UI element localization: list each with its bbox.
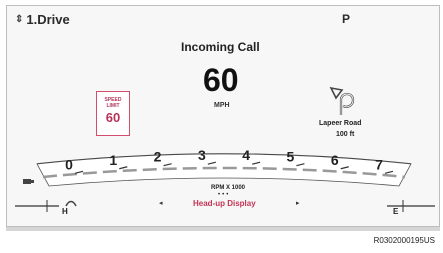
tach-label-4: 4 xyxy=(242,147,250,163)
hud-prev-arrow-icon[interactable]: ◂ xyxy=(159,199,163,207)
tach-label-1: 1 xyxy=(109,152,117,168)
figure-code: R0302000195US xyxy=(373,236,435,245)
page-indicator-dots: ••• xyxy=(218,192,231,198)
tach-label-7: 7 xyxy=(375,156,383,172)
tach-label-5: 5 xyxy=(287,149,295,165)
tach-label-6: 6 xyxy=(331,152,339,168)
tach-label-2: 2 xyxy=(154,149,162,165)
instrument-cluster-display: ⇕ 1.Drive P Incoming Call 60 MPH SPEED L… xyxy=(6,5,440,227)
head-up-display-label: Head-up Display xyxy=(193,199,256,208)
fuel-empty-label: E xyxy=(393,207,399,216)
thermometer-icon xyxy=(22,176,34,190)
tach-label-3: 3 xyxy=(198,147,206,163)
tach-label-0: 0 xyxy=(65,156,73,172)
hud-next-arrow-icon[interactable]: ▸ xyxy=(296,199,300,207)
cluster-bottom-band xyxy=(6,227,440,231)
rpm-label: RPM X 1000 xyxy=(211,185,246,191)
temp-high-label: H xyxy=(62,207,68,216)
